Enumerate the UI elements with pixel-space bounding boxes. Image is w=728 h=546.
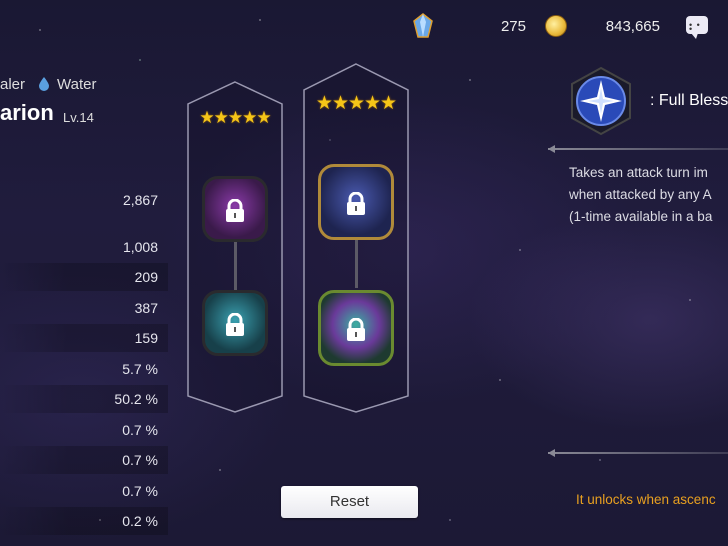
skill-node-locked[interactable] [202, 290, 268, 356]
gold-coin-icon [545, 15, 567, 37]
stat-row: 0.7 % [0, 446, 168, 474]
section-divider [548, 449, 728, 457]
skill-description-line: Takes an attack turn im [569, 165, 708, 180]
hero-element: Water [57, 76, 97, 93]
reset-button[interactable]: Reset [281, 486, 418, 518]
skill-description: Takes an attack turn im when attacked by… [569, 162, 728, 228]
chat-icon[interactable]: • • • [686, 16, 708, 39]
skill-description-line: when attacked by any A [569, 187, 712, 202]
lock-icon [226, 199, 244, 222]
star-rating: ★★★★★ [199, 108, 271, 127]
star-rating: ★★★★★ [315, 93, 397, 114]
lock-icon [347, 318, 365, 341]
stat-row: 0.2 % [0, 507, 168, 535]
stat-row: 0.7 % [122, 422, 158, 438]
crystal-count: 275 [500, 18, 526, 35]
skill-tree-column-right: ★★★★★ [302, 62, 410, 414]
hero-class: aler [0, 76, 26, 93]
skill-node-locked[interactable] [318, 290, 394, 366]
stat-row: 2,867 [122, 192, 158, 208]
lock-icon [226, 313, 244, 336]
hero-name: arion [0, 100, 54, 125]
unlock-note: It unlocks when ascenc [576, 492, 716, 507]
skill-description-line: (1-time available in a ba [569, 209, 713, 224]
stat-row: 1,008 [122, 239, 158, 255]
stat-row: 5.7 % [122, 361, 158, 377]
skill-node-locked[interactable] [202, 176, 268, 242]
gold-count: 843,665 [605, 18, 660, 35]
stat-row: 159 [0, 324, 168, 352]
stat-row: 0.7 % [122, 483, 158, 499]
stat-row: 387 [134, 300, 158, 316]
water-drop-icon [39, 77, 49, 91]
section-divider [548, 145, 728, 153]
node-connector [234, 240, 237, 290]
skill-node-locked[interactable] [318, 164, 394, 240]
full-blessing-star-icon [571, 66, 631, 136]
stat-row: 209 [0, 263, 168, 291]
skill-tree-column-left: ★★★★★ [186, 80, 284, 414]
skill-title: : Full Bless [650, 92, 728, 109]
lock-icon [347, 192, 365, 215]
crystal-icon [413, 13, 433, 38]
hero-level: Lv.14 [63, 110, 94, 125]
node-connector [355, 238, 358, 288]
stat-row: 50.2 % [0, 385, 168, 413]
